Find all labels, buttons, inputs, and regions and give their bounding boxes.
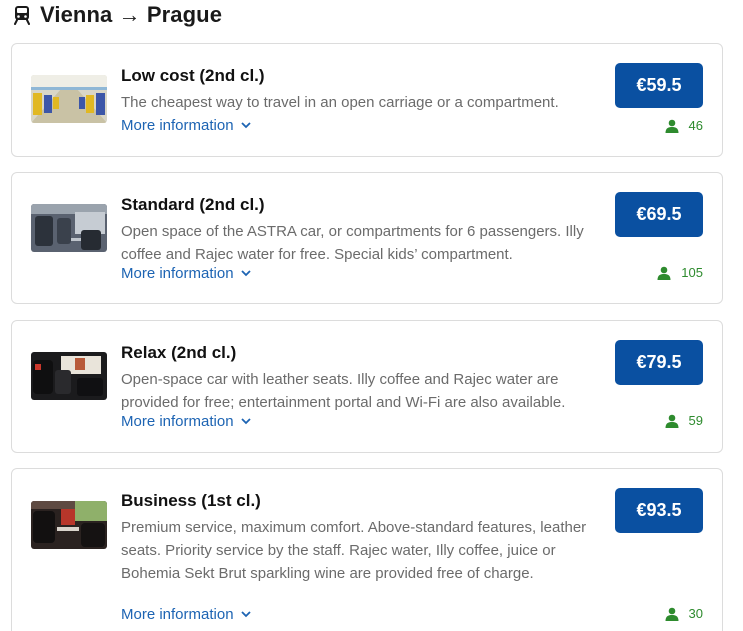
more-information-link[interactable]: More information [121, 117, 251, 134]
seats-count: 30 [688, 606, 703, 621]
fare-description: Premium service, maximum comfort. Above-… [121, 519, 587, 582]
fare-card-low-cost[interactable]: Low cost (2nd cl.) The cheapest way to t… [11, 43, 723, 157]
more-information-label: More information [121, 117, 234, 134]
train-icon [14, 6, 30, 25]
more-information-label: More information [121, 606, 234, 623]
more-information-link[interactable]: More information [121, 413, 251, 430]
price-button[interactable]: €59.5 [615, 63, 703, 108]
fare-name: Business (1st cl.) [121, 491, 261, 510]
fare-photo-relax [31, 352, 107, 400]
more-information-label: More information [121, 413, 234, 430]
fare-card-relax[interactable]: Relax (2nd cl.) Open-space car with leat… [11, 320, 723, 453]
available-seats: 59 [665, 413, 703, 428]
more-information-link[interactable]: More information [121, 606, 251, 623]
person-icon [657, 266, 671, 280]
fare-description: Open space of the ASTRA car, or compartm… [121, 223, 584, 263]
route-title: Vienna → Prague [40, 2, 223, 27]
available-seats: 30 [665, 606, 703, 621]
fare-description: The cheapest way to travel in an open ca… [121, 94, 559, 111]
person-icon [665, 607, 679, 621]
route-header: Vienna → Prague [13, 2, 222, 28]
fare-photo-standard [31, 204, 107, 252]
fare-name: Relax (2nd cl.) [121, 343, 237, 362]
fare-photo-low-cost [31, 75, 107, 123]
chevron-down-icon [240, 611, 251, 618]
person-icon [665, 119, 679, 133]
price-button[interactable]: €79.5 [615, 340, 703, 385]
person-icon [665, 414, 679, 428]
fare-card-standard[interactable]: Standard (2nd cl.) Open space of the AST… [11, 172, 723, 304]
fare-name: Standard (2nd cl.) [121, 195, 265, 214]
chevron-down-icon [240, 270, 251, 277]
fare-description: Open-space car with leather seats. Illy … [121, 371, 566, 411]
more-information-link[interactable]: More information [121, 265, 251, 282]
available-seats: 46 [665, 118, 703, 133]
seats-count: 46 [688, 118, 703, 133]
price-button[interactable]: €93.5 [615, 488, 703, 533]
fare-photo-business [31, 501, 107, 549]
seats-count: 105 [681, 265, 703, 280]
fare-card-business[interactable]: Business (1st cl.) Premium service, maxi… [11, 468, 723, 631]
available-seats: 105 [657, 265, 703, 280]
more-information-label: More information [121, 265, 234, 282]
chevron-down-icon [240, 122, 251, 129]
price-button[interactable]: €69.5 [615, 192, 703, 237]
chevron-down-icon [240, 418, 251, 425]
seats-count: 59 [688, 413, 703, 428]
fare-name: Low cost (2nd cl.) [121, 66, 265, 85]
